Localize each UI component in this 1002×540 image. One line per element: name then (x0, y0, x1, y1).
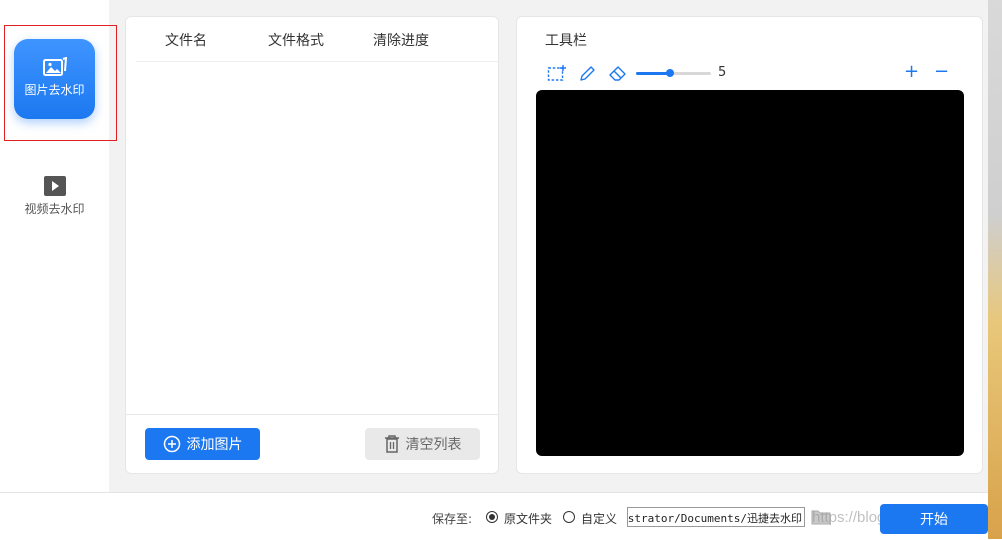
add-image-label: 添加图片 (186, 437, 243, 453)
trash-icon (384, 435, 399, 453)
radio-custom[interactable] (563, 511, 575, 523)
column-filename: 文件名 (165, 33, 207, 49)
play-video-icon (43, 176, 66, 196)
background-window-edge (988, 0, 1002, 539)
zoom-in-button[interactable]: + (904, 61, 919, 82)
brush-size-value: 5 (718, 65, 727, 80)
eraser-icon[interactable] (608, 64, 628, 82)
image-icon (42, 57, 67, 76)
brush-size-slider-handle[interactable] (665, 69, 674, 77)
file-list-body[interactable] (126, 62, 498, 415)
zoom-out-button[interactable]: − (934, 61, 949, 82)
sidebar-item-label: 视频去水印 (24, 202, 85, 216)
start-button[interactable]: 开始 (880, 504, 988, 534)
brush-size-slider-fill (636, 72, 670, 75)
save-path-input[interactable]: C:/Users/Administrator/Documents/迅捷去水印 (627, 507, 805, 527)
add-image-button[interactable]: 添加图片 (145, 428, 260, 460)
toolbar-title: 工具栏 (545, 33, 587, 49)
image-preview-canvas[interactable] (536, 90, 964, 456)
toolbar-row: 5 + − (547, 61, 957, 82)
pen-icon[interactable] (578, 64, 598, 82)
column-format: 文件格式 (268, 33, 324, 49)
radio-custom-label[interactable]: 自定义 (581, 510, 617, 527)
sidebar-item-video-watermark[interactable]: 视频去水印 (14, 170, 95, 250)
save-to-label: 保存至: (432, 512, 473, 526)
radio-original-folder[interactable] (486, 511, 498, 523)
column-progress: 清除进度 (373, 33, 429, 49)
add-circle-icon (163, 435, 180, 453)
clear-list-label: 清空列表 (405, 437, 462, 453)
file-list-footer: 添加图片 清空列表 (126, 414, 498, 473)
sidebar-item-image-watermark[interactable]: 图片去水印 (14, 39, 95, 119)
clear-list-button[interactable]: 清空列表 (365, 428, 480, 460)
sidebar: 图片去水印 视频去水印 (0, 0, 109, 492)
rect-select-icon[interactable] (547, 64, 567, 82)
toolbar-panel: 工具栏 5 + − (516, 16, 983, 474)
file-list-panel: 文件名 文件格式 清除进度 添加图片 清空列表 (125, 16, 499, 474)
sidebar-item-label: 图片去水印 (24, 83, 85, 97)
bottom-bar: 保存至: 原文件夹 自定义 C:/Users/Administrator/Doc… (0, 492, 1002, 540)
file-list-header: 文件名 文件格式 清除进度 (136, 17, 498, 62)
radio-original-folder-label[interactable]: 原文件夹 (504, 510, 552, 527)
brush-size-slider[interactable] (636, 69, 711, 77)
